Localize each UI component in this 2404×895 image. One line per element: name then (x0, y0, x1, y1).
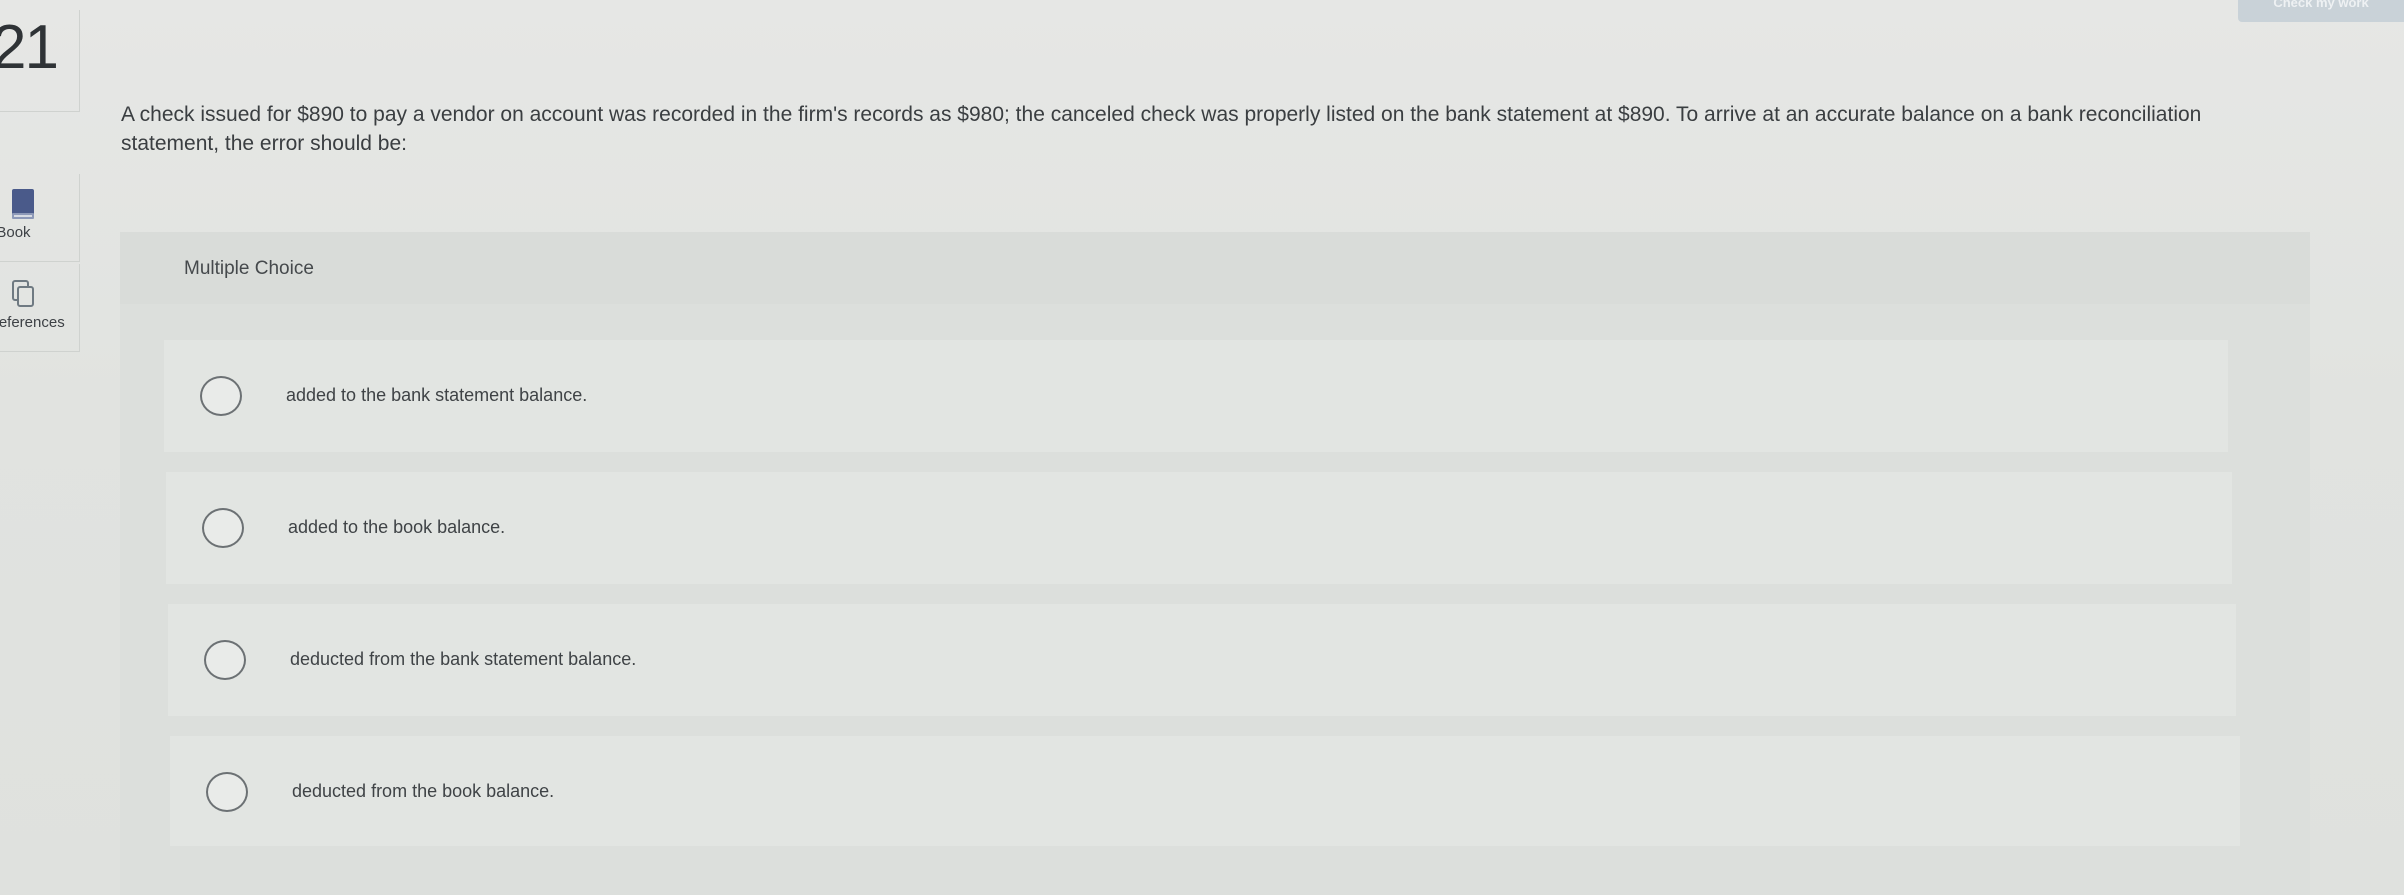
choice-label: deducted from the bank statement balance… (290, 649, 637, 669)
radio-button[interactable] (204, 640, 246, 680)
choice-option-a[interactable]: added to the bank statement balance. (164, 340, 2228, 452)
copy-icon (12, 280, 34, 307)
multiple-choice-header: Multiple Choice (120, 232, 2310, 304)
book-icon (12, 189, 34, 219)
check-my-work-button[interactable]: Check my work (2238, 0, 2404, 22)
choice-label: deducted from the book balance. (292, 781, 555, 801)
choice-label: added to the bank statement balance. (286, 385, 588, 405)
sidebar-item-label: References (0, 314, 65, 331)
sidebar: 21 eBook References (0, 0, 82, 895)
question-text: A check issued for $890 to pay a vendor … (121, 103, 2202, 155)
radio-button[interactable] (202, 508, 244, 548)
question-number: 21 (0, 10, 80, 112)
page: Check my work 21 eBook References A chec… (0, 0, 2404, 895)
choice-option-d[interactable]: deducted from the book balance. (170, 736, 2240, 846)
sidebar-item-ebook[interactable]: eBook (0, 174, 80, 262)
sidebar-item-references[interactable]: References (0, 264, 80, 352)
radio-button[interactable] (200, 376, 242, 416)
multiple-choice-title: Multiple Choice (184, 258, 314, 279)
radio-button[interactable] (206, 772, 248, 812)
sidebar-item-label: eBook (0, 224, 31, 241)
choice-option-b[interactable]: added to the book balance. (166, 472, 2232, 584)
choice-option-c[interactable]: deducted from the bank statement balance… (168, 604, 2236, 716)
choice-label: added to the book balance. (288, 517, 506, 537)
